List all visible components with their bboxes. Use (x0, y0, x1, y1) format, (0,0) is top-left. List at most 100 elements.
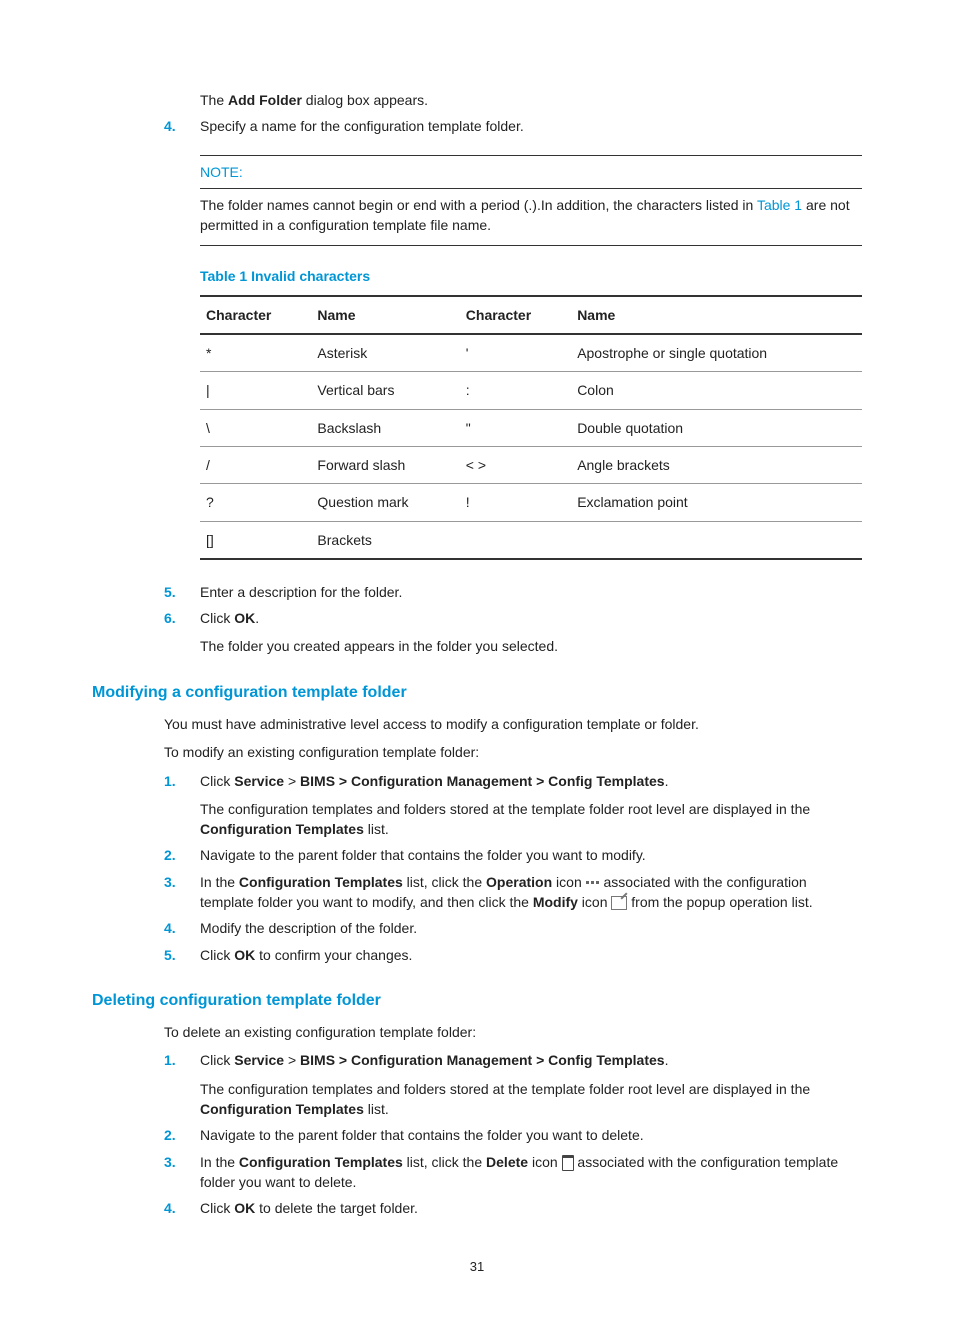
step-number: 1. (164, 771, 200, 840)
ok-bold: OK (234, 610, 255, 626)
page-number: 31 (92, 1258, 862, 1277)
table-cell: Backslash (311, 409, 459, 446)
mod-step-2: 2. Navigate to the parent folder that co… (164, 845, 862, 865)
step-number: 3. (164, 1152, 200, 1193)
text: Click (200, 1052, 234, 1068)
table-row: /Forward slash< >Angle brackets (200, 446, 862, 483)
text: . (255, 610, 259, 626)
table-cell: ! (460, 484, 571, 521)
follow-text: The configuration templates and folders … (200, 1079, 862, 1120)
table-row: *Asterisk'Apostrophe or single quotation (200, 334, 862, 372)
note-box: NOTE: The folder names cannot begin or e… (200, 155, 862, 247)
text: dialog box appears. (302, 92, 428, 108)
th-name: Name (571, 296, 862, 334)
text: to confirm your changes. (255, 947, 412, 963)
text: icon (578, 894, 611, 910)
table-cell: [] (200, 521, 311, 559)
text: Click (200, 1200, 234, 1216)
step-body: In the Configuration Templates list, cli… (200, 1152, 862, 1193)
text: list, click the (403, 874, 486, 890)
text: The configuration templates and folders … (200, 1081, 810, 1097)
table-cell: Colon (571, 372, 862, 409)
table-cell: Exclamation point (571, 484, 862, 521)
add-folder-bold: Add Folder (228, 92, 302, 108)
text: Click (200, 610, 234, 626)
text: icon (528, 1154, 561, 1170)
text: . (665, 1052, 669, 1068)
step-6: 6. Click OK. The folder you created appe… (164, 608, 862, 657)
th-character: Character (200, 296, 311, 334)
step-body: Specify a name for the configuration tem… (200, 116, 862, 136)
step-4: 4. Specify a name for the configuration … (164, 116, 862, 136)
intro-line: The Add Folder dialog box appears. (200, 90, 862, 110)
step-number: 4. (164, 116, 200, 136)
table-row: \Backslash"Double quotation (200, 409, 862, 446)
table-cell: Apostrophe or single quotation (571, 334, 862, 372)
text: > (284, 1052, 300, 1068)
step-body: Click Service > BIMS > Configuration Man… (200, 1050, 862, 1119)
step-body: Enter a description for the folder. (200, 582, 862, 602)
table-cell: ? (200, 484, 311, 521)
mod-step-4: 4. Modify the description of the folder. (164, 918, 862, 938)
text: Click (200, 773, 234, 789)
table-body: *Asterisk'Apostrophe or single quotation… (200, 334, 862, 559)
service-bold: Service (234, 1052, 284, 1068)
step-number: 2. (164, 1125, 200, 1145)
step-body: Click OK to confirm your changes. (200, 945, 862, 965)
del-step-2: 2. Navigate to the parent folder that co… (164, 1125, 862, 1145)
note-body: The folder names cannot begin or end wit… (200, 195, 862, 236)
table-cell: " (460, 409, 571, 446)
operation-icon (586, 879, 600, 887)
step-number: 4. (164, 1198, 200, 1218)
step-body: Modify the description of the folder. (200, 918, 862, 938)
table-cell: / (200, 446, 311, 483)
table-cell: Forward slash (311, 446, 459, 483)
paragraph: To modify an existing configuration temp… (164, 742, 862, 762)
service-bold: Service (234, 773, 284, 789)
step-number: 4. (164, 918, 200, 938)
text: The configuration templates and folders … (200, 801, 810, 817)
mod-step-5: 5. Click OK to confirm your changes. (164, 945, 862, 965)
delete-icon (562, 1155, 574, 1171)
mod-step-1: 1. Click Service > BIMS > Configuration … (164, 771, 862, 840)
table-cell: * (200, 334, 311, 372)
follow-text: The folder you created appears in the fo… (200, 636, 862, 656)
table-row: ?Question mark!Exclamation point (200, 484, 862, 521)
step-body: Click Service > BIMS > Configuration Man… (200, 771, 862, 840)
th-name: Name (311, 296, 459, 334)
section-modifying: Modifying a configuration template folde… (92, 681, 862, 704)
table-cell: Question mark (311, 484, 459, 521)
step-number: 5. (164, 945, 200, 965)
text: The (200, 92, 228, 108)
text: list. (364, 1101, 389, 1117)
paragraph: To delete an existing configuration temp… (164, 1022, 862, 1042)
table-cell: < > (460, 446, 571, 483)
ok-bold: OK (234, 1200, 255, 1216)
table-cell (460, 521, 571, 559)
del-step-4: 4. Click OK to delete the target folder. (164, 1198, 862, 1218)
paragraph: You must have administrative level acces… (164, 714, 862, 734)
operation-bold: Operation (486, 874, 552, 890)
table-cell: : (460, 372, 571, 409)
table-cell: \ (200, 409, 311, 446)
step-5: 5. Enter a description for the folder. (164, 582, 862, 602)
table-cell: Angle brackets (571, 446, 862, 483)
del-step-3: 3. In the Configuration Templates list, … (164, 1152, 862, 1193)
th-character: Character (460, 296, 571, 334)
section-deleting: Deleting configuration template folder (92, 989, 862, 1012)
modify-bold: Modify (533, 894, 578, 910)
text: > (284, 773, 300, 789)
modify-icon (611, 896, 627, 910)
table-cell: Vertical bars (311, 372, 459, 409)
table-1-link[interactable]: Table 1 (757, 197, 802, 213)
delete-bold: Delete (486, 1154, 528, 1170)
step-number: 2. (164, 845, 200, 865)
step-number: 6. (164, 608, 200, 657)
step-body: Click OK to delete the target folder. (200, 1198, 862, 1218)
table-row: []Brackets (200, 521, 862, 559)
text: list, click the (403, 1154, 486, 1170)
mod-step-3: 3. In the Configuration Templates list, … (164, 872, 862, 913)
step-number: 5. (164, 582, 200, 602)
step-body: In the Configuration Templates list, cli… (200, 872, 862, 913)
table-cell: Brackets (311, 521, 459, 559)
